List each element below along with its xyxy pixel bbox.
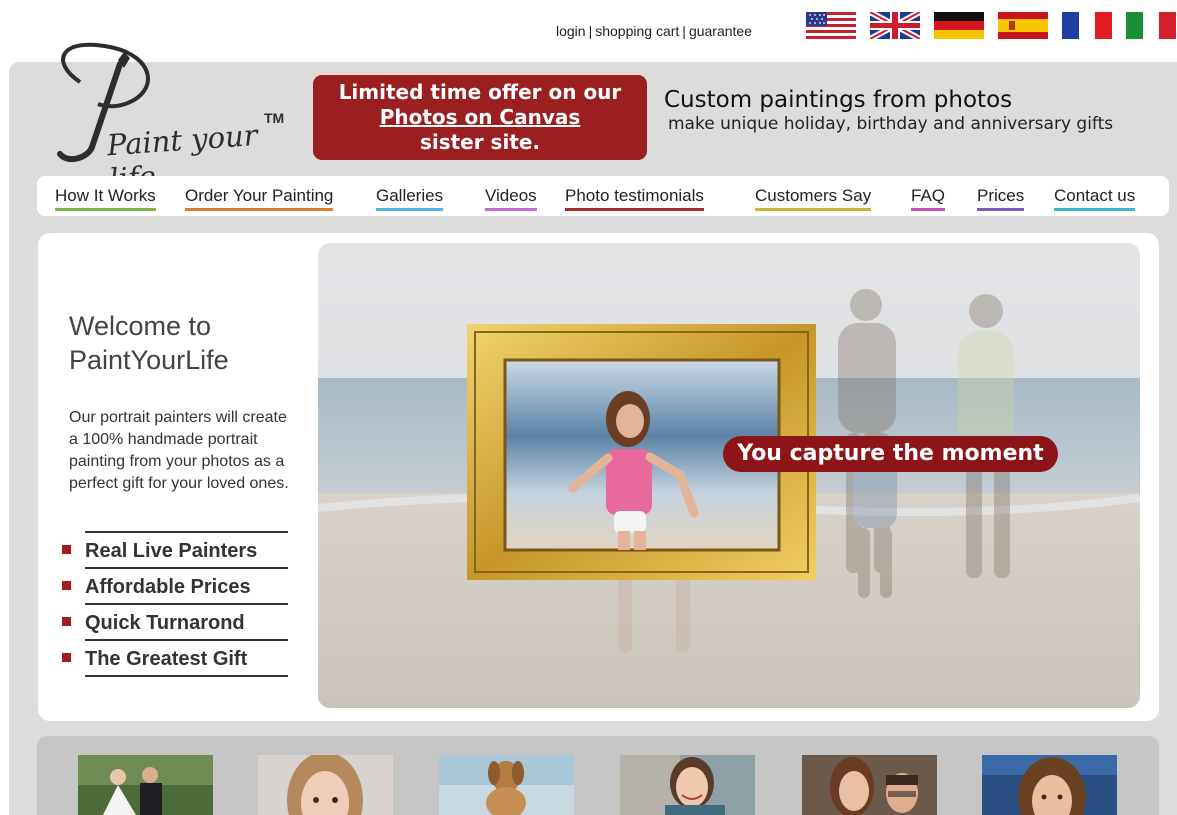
main-nav: How It Works Order Your Painting Galleri…	[37, 176, 1169, 216]
gallery-thumbnail-woman-portrait[interactable]	[982, 755, 1117, 815]
bullet-icon	[62, 617, 71, 626]
offer-line-3: sister site.	[419, 130, 541, 154]
welcome-line-2: PaintYourLife	[69, 345, 229, 375]
welcome-line-1: Welcome to	[69, 311, 212, 341]
bullet-icon	[62, 581, 71, 590]
germany-flag-icon[interactable]	[934, 12, 984, 39]
gallery-thumbnail-girl-portrait[interactable]	[258, 755, 393, 815]
list-item[interactable]: Quick Turnarond	[60, 603, 290, 639]
offer-line-1: Limited time offer on our	[338, 80, 622, 104]
nav-galleries[interactable]: Galleries	[376, 186, 444, 211]
separator: |	[682, 23, 686, 39]
gallery-thumbnail-wedding[interactable]	[78, 755, 213, 815]
france-flag-icon[interactable]	[1062, 12, 1112, 39]
hero-image[interactable]	[318, 243, 1140, 708]
nav-photo-testimonials[interactable]: Photo testimonials	[565, 186, 704, 211]
intro-text: Our portrait painters will create a 100%…	[69, 409, 289, 492]
hero-caption: You capture the moment	[723, 436, 1058, 472]
top-links: login | shopping cart | guarantee	[556, 23, 752, 39]
feature-label: Real Live Painters	[85, 531, 288, 567]
nav-prices[interactable]: Prices	[977, 186, 1025, 211]
tagline-subtitle: make unique holiday, birthday and annive…	[668, 114, 1114, 134]
bullet-icon	[62, 653, 71, 662]
italy-flag-icon[interactable]	[1126, 12, 1176, 39]
feature-list: Real Live Painters Affordable Prices Qui…	[60, 531, 290, 677]
guarantee-link[interactable]: guarantee	[689, 23, 752, 39]
nav-faq[interactable]: FAQ	[911, 186, 946, 211]
list-item[interactable]: The Greatest Gift	[60, 639, 290, 677]
gallery-thumbnail-dog[interactable]	[439, 755, 574, 815]
nav-videos[interactable]: Videos	[485, 186, 537, 211]
separator: |	[588, 23, 593, 39]
bullet-icon	[62, 545, 71, 554]
welcome-heading: Welcome to PaintYourLife	[69, 309, 229, 377]
spain-flag-icon[interactable]	[998, 12, 1048, 39]
nav-customers-say[interactable]: Customers Say	[755, 186, 872, 211]
feature-label: Affordable Prices	[85, 567, 288, 603]
tagline-title: Custom paintings from photos	[664, 87, 1013, 113]
feature-label: Quick Turnarond	[85, 603, 288, 639]
shopping-cart-link[interactable]: shopping cart	[595, 23, 679, 39]
login-link[interactable]: login	[556, 23, 586, 39]
nav-how-it-works[interactable]: How It Works	[55, 186, 156, 211]
nav-order-your-painting[interactable]: Order Your Painting	[185, 186, 334, 211]
gallery-thumbnail-couple[interactable]	[802, 755, 937, 815]
list-item[interactable]: Real Live Painters	[60, 531, 290, 567]
gallery-thumbnail-smiling-woman[interactable]	[620, 755, 755, 815]
photos-on-canvas-link[interactable]: Photos on Canvas	[313, 105, 647, 130]
logo[interactable]: Paint your life TM	[40, 42, 290, 196]
language-flags	[806, 12, 1176, 39]
uk-flag-icon[interactable]	[870, 12, 920, 39]
tagline: Custom paintings from photos make unique…	[664, 87, 1113, 134]
nav-contact-us[interactable]: Contact us	[1054, 186, 1136, 211]
offer-banner: Limited time offer on our Photos on Canv…	[313, 75, 647, 160]
us-flag-icon[interactable]	[806, 12, 856, 39]
feature-label: The Greatest Gift	[85, 639, 288, 677]
list-item[interactable]: Affordable Prices	[60, 567, 290, 603]
trademark-mark: TM	[264, 110, 285, 126]
